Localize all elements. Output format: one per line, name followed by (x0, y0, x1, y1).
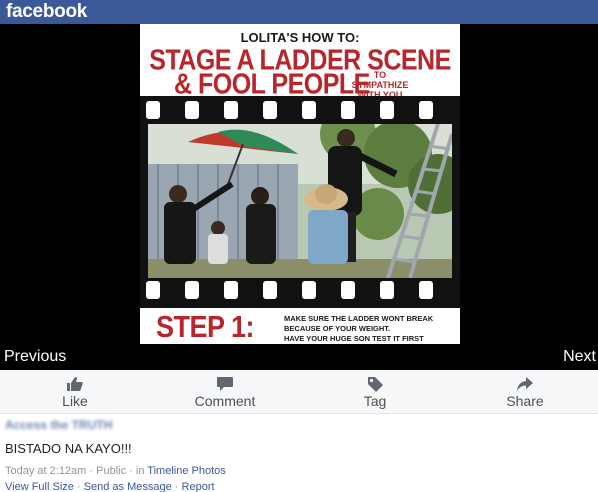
thumbs-up-icon (67, 377, 83, 391)
step-text: MAKE SURE THE LADDER WONT BREAK BECAUSE … (284, 314, 434, 343)
top-bar: facebook (0, 0, 598, 24)
tag-button[interactable]: Tag (300, 370, 450, 414)
previous-link[interactable]: Previous (4, 348, 66, 366)
meme-step: STEP 1: MAKE SURE THE LADDER WONT BREAK … (140, 308, 460, 344)
album-link[interactable]: Timeline Photos (147, 465, 225, 477)
meme-header: LOLITA'S HOW TO: STAGE A LADDER SCENE & … (140, 24, 460, 100)
in-label: in (135, 465, 145, 477)
comment-button[interactable]: Comment (150, 370, 300, 414)
comment-label: Comment (194, 393, 256, 409)
meme-header-top: LOLITA'S HOW TO: (240, 30, 360, 45)
photo-links: View Full Size · Send as Message · Repor… (5, 481, 215, 492)
privacy-label[interactable]: Public (96, 465, 126, 477)
photo-viewer: LOLITA'S HOW TO: STAGE A LADDER SCENE & … (0, 24, 598, 370)
comment-icon (217, 377, 233, 391)
post-message: BISTADO NA KAYO!!! (5, 441, 132, 456)
share-label: Share (506, 393, 544, 409)
ladder-scene-photo (148, 124, 452, 278)
like-label: Like (62, 393, 88, 409)
post-time[interactable]: Today at 2:12am (5, 465, 86, 477)
filmstrip-frame (140, 96, 460, 308)
post-meta: Today at 2:12am · Public · in Timeline P… (5, 465, 226, 477)
film-sprockets-top (140, 99, 460, 121)
share-button[interactable]: Share (450, 370, 598, 414)
action-bar: Like Comment Tag Share (0, 370, 598, 414)
report-link[interactable]: Report (182, 481, 215, 492)
share-icon (517, 377, 533, 391)
meme-photo[interactable]: LOLITA'S HOW TO: STAGE A LADDER SCENE & … (140, 24, 460, 344)
film-sprockets-bottom (140, 279, 460, 301)
view-full-size-link[interactable]: View Full Size (5, 481, 74, 492)
tag-label: Tag (363, 393, 387, 409)
tag-icon (368, 377, 383, 392)
next-link[interactable]: Next (563, 348, 596, 366)
like-button[interactable]: Like (0, 370, 150, 414)
facebook-logo[interactable]: facebook (6, 1, 87, 23)
step-label: STEP 1: (156, 310, 255, 344)
send-as-message-link[interactable]: Send as Message (84, 481, 172, 492)
poster-name[interactable]: Access the TRUTH (5, 418, 112, 432)
